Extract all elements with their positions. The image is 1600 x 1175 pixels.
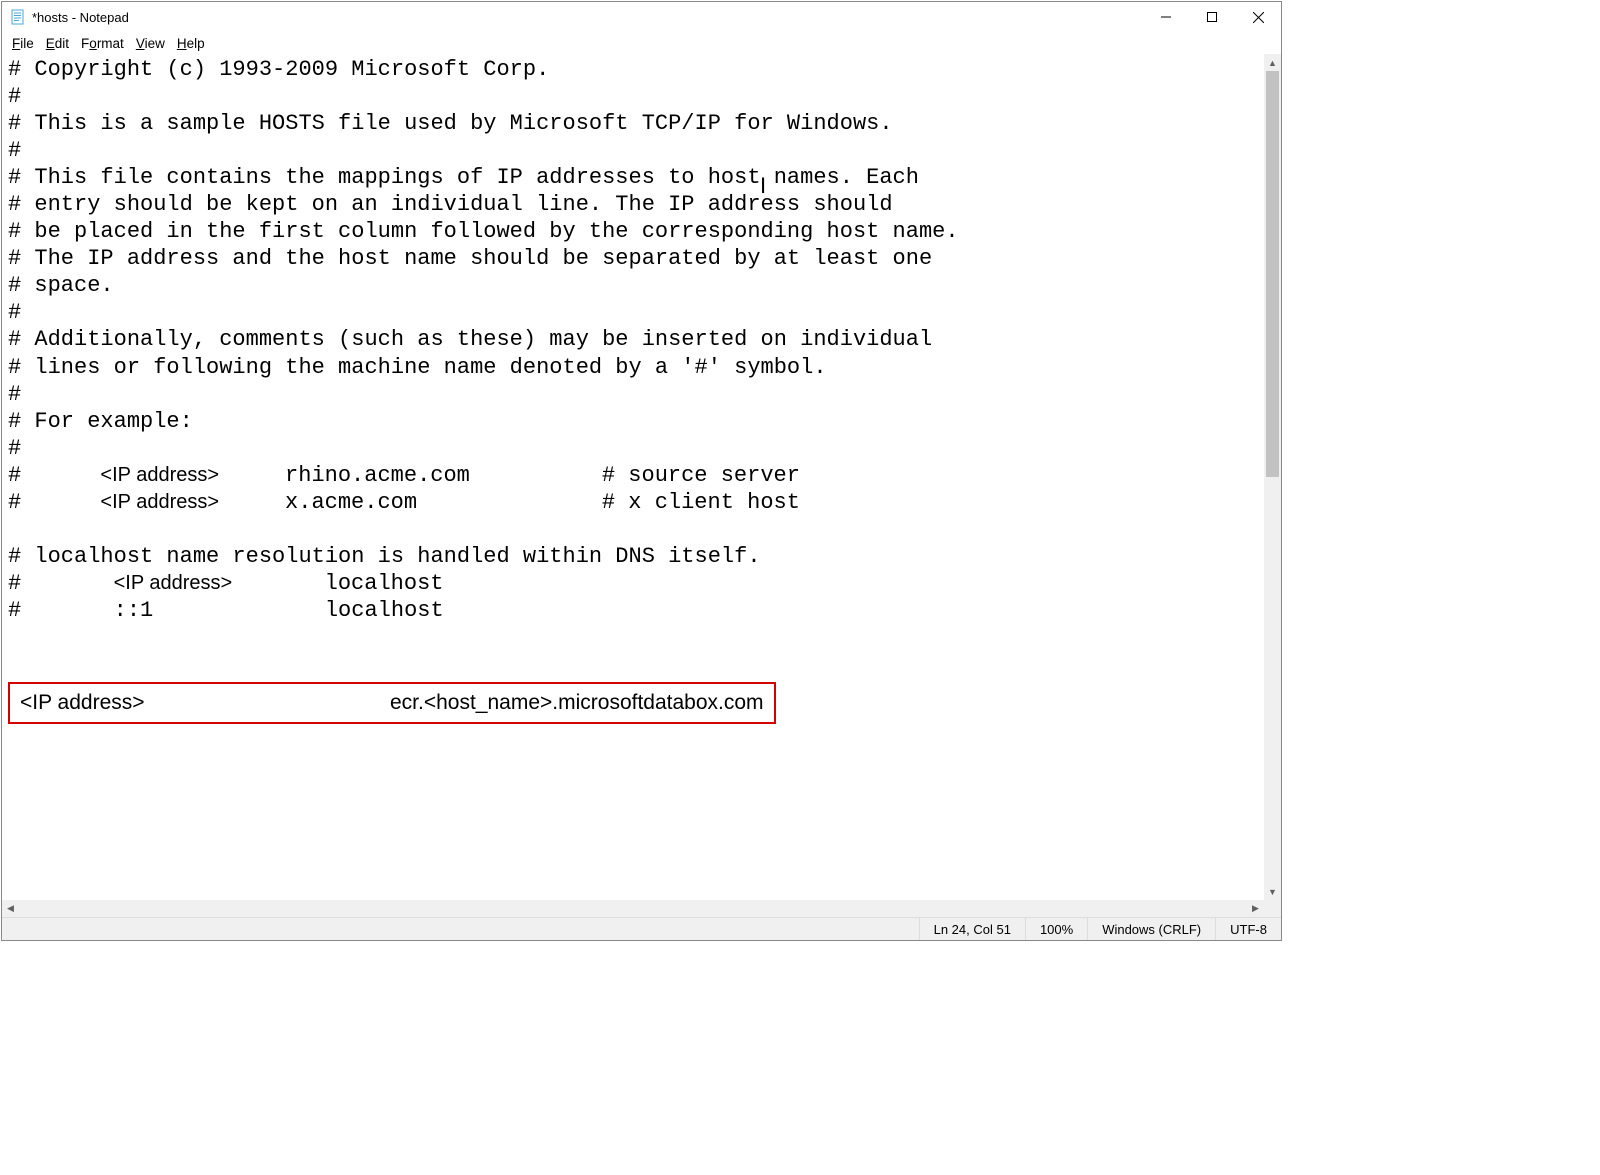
maximize-button[interactable] (1189, 2, 1235, 32)
hscroll-track[interactable] (19, 900, 1247, 917)
status-line-ending: Windows (CRLF) (1087, 918, 1215, 940)
content-area: # Copyright (c) 1993-2009 Microsoft Corp… (2, 54, 1281, 900)
scroll-right-icon[interactable]: ▶ (1247, 900, 1264, 917)
highlighted-ip: <IP address> (20, 690, 390, 716)
editor-line: # (8, 138, 21, 163)
menu-format[interactable]: Format (75, 34, 130, 53)
editor-line: # This file contains the mappings of IP … (8, 165, 919, 190)
menu-view-rest: iew (145, 36, 165, 51)
highlighted-entry: <IP address>ecr.<host_name>.microsoftdat… (8, 682, 776, 724)
menu-edit[interactable]: Edit (40, 34, 75, 53)
menu-file[interactable]: File (6, 34, 40, 53)
editor-line: # (8, 84, 21, 109)
menu-help[interactable]: Help (171, 34, 211, 53)
title-bar[interactable]: *hosts - Notepad (2, 2, 1281, 32)
status-bar: Ln 24, Col 51 100% Windows (CRLF) UTF-8 (2, 917, 1281, 940)
editor-line-suffix: x.acme.com # x client host (219, 490, 800, 515)
editor-line: # lines or following the machine name de… (8, 355, 827, 380)
close-button[interactable] (1235, 2, 1281, 32)
ip-placeholder: <IP address> (114, 572, 233, 594)
text-editor[interactable]: # Copyright (c) 1993-2009 Microsoft Corp… (2, 54, 1264, 900)
text-cursor-icon: I (760, 172, 766, 199)
notepad-window: *hosts - Notepad File Edit Format View H… (1, 1, 1282, 941)
ip-placeholder: <IP address> (100, 491, 219, 513)
scroll-corner (1264, 900, 1281, 917)
notepad-icon (10, 9, 26, 25)
window-title: *hosts - Notepad (32, 10, 1143, 25)
editor-line: # (8, 300, 21, 325)
editor-line: # (8, 436, 21, 461)
vertical-scrollbar[interactable]: ▲ ▼ (1264, 54, 1281, 900)
highlighted-host: ecr.<host_name>.microsoftdatabox.com (390, 691, 764, 714)
menu-help-rest: elp (187, 36, 205, 51)
status-position: Ln 24, Col 51 (919, 918, 1025, 940)
editor-line-prefix: # (8, 463, 100, 488)
editor-line: # Additionally, comments (such as these)… (8, 327, 932, 352)
editor-line: # ::1 localhost (8, 598, 444, 623)
editor-line: # (8, 382, 21, 407)
menu-edit-rest: dit (55, 36, 69, 51)
scroll-up-icon[interactable]: ▲ (1264, 54, 1281, 71)
editor-line: # The IP address and the host name shoul… (8, 246, 932, 271)
menu-file-rest: ile (20, 36, 34, 51)
ip-placeholder: <IP address> (100, 464, 219, 486)
menu-bar: File Edit Format View Help (2, 32, 1281, 54)
editor-line: # This is a sample HOSTS file used by Mi… (8, 111, 893, 136)
editor-line: # space. (8, 273, 114, 298)
editor-line-suffix: rhino.acme.com # source server (219, 463, 800, 488)
vscroll-track[interactable] (1264, 71, 1281, 883)
editor-line-prefix: # (8, 571, 114, 596)
horizontal-scrollbar[interactable]: ◀ ▶ (2, 900, 1281, 917)
vscroll-thumb[interactable] (1266, 71, 1279, 477)
menu-view[interactable]: View (130, 34, 171, 53)
editor-line-suffix: localhost (232, 571, 443, 596)
scroll-down-icon[interactable]: ▼ (1264, 883, 1281, 900)
status-encoding: UTF-8 (1215, 918, 1281, 940)
minimize-button[interactable] (1143, 2, 1189, 32)
window-controls (1143, 2, 1281, 32)
editor-line: # be placed in the first column followed… (8, 219, 959, 244)
menu-format-rest: rmat (97, 36, 124, 51)
editor-line: # Copyright (c) 1993-2009 Microsoft Corp… (8, 57, 549, 82)
editor-line: # For example: (8, 409, 193, 434)
scroll-left-icon[interactable]: ◀ (2, 900, 19, 917)
editor-line: # localhost name resolution is handled w… (8, 544, 761, 569)
status-zoom: 100% (1025, 918, 1087, 940)
editor-line-prefix: # (8, 490, 100, 515)
